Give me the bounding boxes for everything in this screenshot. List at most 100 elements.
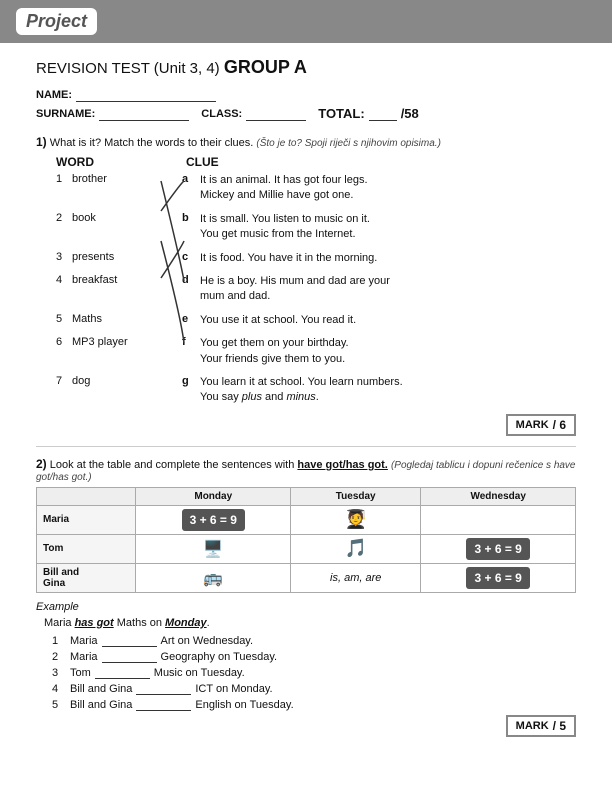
item-clue: It is food. You have it in the morning. xyxy=(200,251,377,266)
q1-header: 1) What is it? Match the words to their … xyxy=(36,135,576,149)
is-am-are-text: is, am, are xyxy=(330,572,381,584)
q2-mark-label: MARK xyxy=(516,720,549,732)
item-letter: b xyxy=(182,212,200,224)
sentence-num: 4 xyxy=(52,683,68,695)
q1-instruction-native: (Što je to? Spoji riječi s njihovim opis… xyxy=(256,138,441,149)
item-word: breakfast xyxy=(72,274,182,286)
total-value: /58 xyxy=(401,106,419,121)
item-clue: You get them on your birthday.Your frien… xyxy=(200,336,349,367)
list-item: 7 dog g You learn it at school. You lear… xyxy=(56,375,576,406)
item-word: Maths xyxy=(72,313,182,325)
test-title-group: GROUP A xyxy=(224,57,307,77)
name-row: NAME: xyxy=(36,88,576,102)
schedule-table: Monday Tuesday Wednesday Maria 3 + 6 = 9… xyxy=(36,487,576,593)
item-num: 6 xyxy=(56,336,72,348)
sentence-text-after: ICT on Monday. xyxy=(195,683,272,695)
tom-wednesday: 3 + 6 = 9 xyxy=(421,534,576,563)
item-num: 3 xyxy=(56,251,72,263)
item-clue: It is an animal. It has got four legs.Mi… xyxy=(200,173,368,204)
q2-instruction-highlight: have got/has got. xyxy=(297,459,387,471)
item-letter: g xyxy=(182,375,200,387)
item-word: book xyxy=(72,212,182,224)
surname-group: SURNAME: xyxy=(36,107,189,121)
sentence-num: 2 xyxy=(52,651,68,663)
example-has-got: has got xyxy=(75,617,114,629)
example-day: Monday xyxy=(165,617,207,629)
item-num: 1 xyxy=(56,173,72,185)
person-maria: Maria xyxy=(37,505,136,534)
fill-blank[interactable] xyxy=(136,699,191,711)
list-item: 4 breakfast d He is a boy. His mum and d… xyxy=(56,274,576,305)
total-label: TOTAL: xyxy=(318,106,364,121)
test-title-prefix: REVISION TEST (Unit 3, 4) xyxy=(36,60,220,77)
table-row: Bill andGina 🚌 is, am, are 3 + 6 = 9 xyxy=(37,563,576,592)
surname-label: SURNAME: xyxy=(36,108,95,120)
table-row: Maria 3 + 6 = 9 🧑‍🎓 xyxy=(37,505,576,534)
item-word: presents xyxy=(72,251,182,263)
sentence-num: 3 xyxy=(52,667,68,679)
maria-tuesday: 🧑‍🎓 xyxy=(291,505,421,534)
word-clue-header: WORD CLUE xyxy=(36,155,576,169)
fill-blank[interactable] xyxy=(102,651,157,663)
sentence-text-before: Bill and Gina xyxy=(70,683,132,695)
matching-container: 1 brother a It is an animal. It has got … xyxy=(36,173,576,406)
sentence-num: 1 xyxy=(52,635,68,647)
item-letter: f xyxy=(182,336,200,348)
item-letter: a xyxy=(182,173,200,185)
q1-mark-value: / 6 xyxy=(553,418,566,432)
q2-header: 2) Look at the table and complete the se… xyxy=(36,457,576,483)
q1-instruction: What is it? Match the words to their clu… xyxy=(50,137,254,149)
logo-text: Project xyxy=(26,11,87,31)
q1-mark-row: MARK / 6 xyxy=(36,414,576,436)
total-field xyxy=(369,107,397,121)
person-icon-2: 🎵 xyxy=(345,538,367,558)
item-letter: d xyxy=(182,274,200,286)
fill-blank[interactable] xyxy=(102,635,157,647)
surname-field[interactable] xyxy=(99,107,189,121)
list-item: 5 Bill and Gina English on Tuesday. xyxy=(52,699,576,711)
name-field[interactable] xyxy=(76,88,216,102)
info-row: SURNAME: CLASS: TOTAL: /58 xyxy=(36,106,576,121)
maria-wednesday xyxy=(421,505,576,534)
list-item: 3 Tom Music on Tuesday. xyxy=(52,667,576,679)
sentence-text-before: Tom xyxy=(70,667,91,679)
test-title: REVISION TEST (Unit 3, 4) GROUP A xyxy=(36,57,576,78)
item-clue: He is a boy. His mum and dad are yourmum… xyxy=(200,274,390,305)
q2-instruction-start: Look at the table and complete the sente… xyxy=(50,459,295,471)
name-label: NAME: xyxy=(36,89,72,101)
list-item: 6 MP3 player f You get them on your birt… xyxy=(56,336,576,367)
sentence-text-before: Maria xyxy=(70,651,98,663)
maria-monday: 3 + 6 = 9 xyxy=(136,505,291,534)
table-header-monday: Monday xyxy=(136,487,291,505)
train-icon: 🚌 xyxy=(203,570,223,587)
billgina-wednesday: 3 + 6 = 9 xyxy=(421,563,576,592)
clue-column-header: CLUE xyxy=(186,155,219,169)
item-word: MP3 player xyxy=(72,336,182,348)
class-field[interactable] xyxy=(246,107,306,121)
page-header: Project xyxy=(0,0,612,43)
q1-number: 1) xyxy=(36,135,47,149)
sentence-text-before: Maria xyxy=(70,635,98,647)
class-group: CLASS: xyxy=(201,107,306,121)
billgina-monday: 🚌 xyxy=(136,563,291,592)
item-num: 4 xyxy=(56,274,72,286)
item-word: brother xyxy=(72,173,182,185)
item-num: 2 xyxy=(56,212,72,224)
project-logo: Project xyxy=(16,8,97,35)
item-letter: e xyxy=(182,313,200,325)
sentence-text-after: Music on Tuesday. xyxy=(154,667,245,679)
q2-mark-row: MARK / 5 xyxy=(36,715,576,737)
q2-mark-box: MARK / 5 xyxy=(506,715,576,737)
q2-mark-value: / 5 xyxy=(553,719,566,733)
table-header-tuesday: Tuesday xyxy=(291,487,421,505)
class-label: CLASS: xyxy=(201,108,242,120)
fill-blank[interactable] xyxy=(136,683,191,695)
q1-mark-label: MARK xyxy=(516,419,549,431)
item-clue: It is small. You listen to music on it.Y… xyxy=(200,212,370,243)
list-item: 2 Maria Geography on Tuesday. xyxy=(52,651,576,663)
divider xyxy=(36,446,576,447)
main-content: REVISION TEST (Unit 3, 4) GROUP A NAME: … xyxy=(0,43,612,761)
item-letter: c xyxy=(182,251,200,263)
word-clue-list: 1 brother a It is an animal. It has got … xyxy=(36,173,576,406)
fill-blank[interactable] xyxy=(95,667,150,679)
